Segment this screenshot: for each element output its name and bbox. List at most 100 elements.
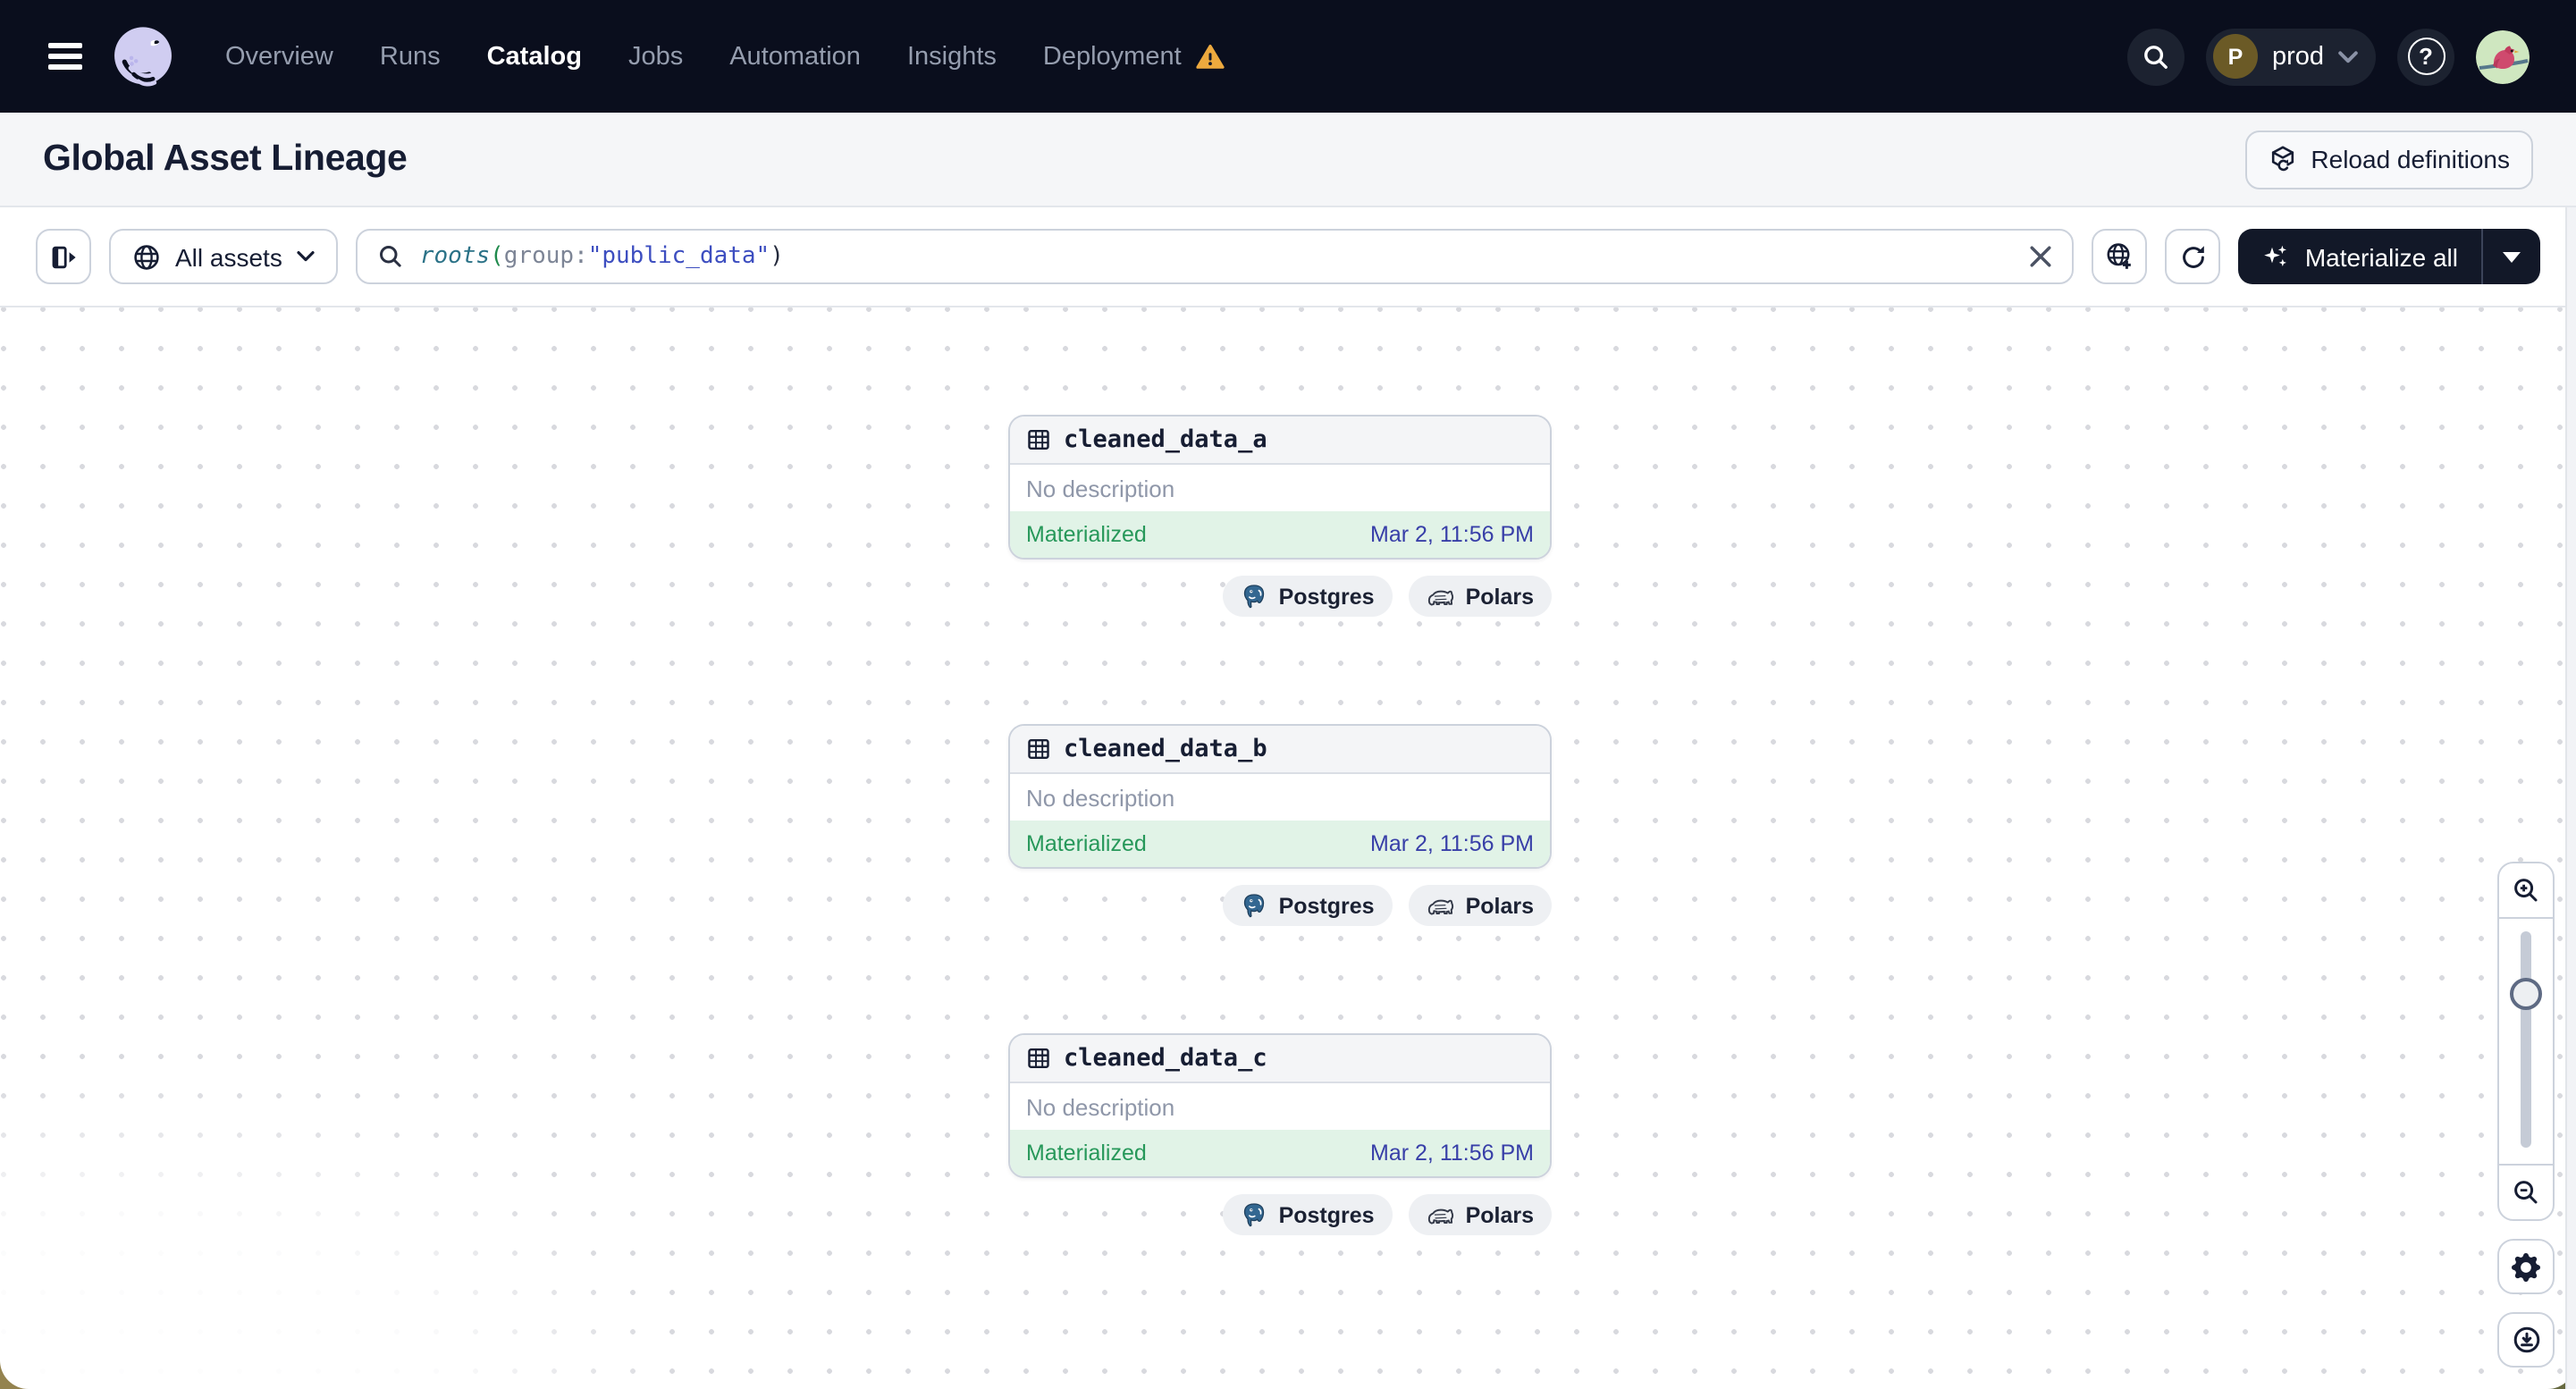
materialization-timestamp[interactable]: Mar 2, 11:56 PM <box>1370 522 1534 547</box>
kind-tag-postgres[interactable]: Postgres <box>1223 1194 1393 1235</box>
lineage-toolbar: All assets roots(group: "public_data") M… <box>0 207 2576 307</box>
query-segment: ) <box>770 243 784 270</box>
table-icon <box>1028 1048 1049 1069</box>
kind-tag-polars[interactable]: Polars <box>1408 576 1552 617</box>
postgres-icon <box>1244 894 1265 918</box>
asset-selection-query: roots(group: "public_data") <box>420 243 784 270</box>
globe-plus-icon <box>2108 243 2132 269</box>
page-header: Global Asset Lineage Reload definitions <box>0 113 2576 207</box>
materialize-options-button[interactable] <box>2483 229 2540 284</box>
asset-status-row: Materialized Mar 2, 11:56 PM <box>1010 821 1550 867</box>
postgres-icon <box>1244 1203 1265 1227</box>
nav-item-automation[interactable]: Automation <box>729 42 861 71</box>
asset-node-header: cleaned_data_c <box>1010 1035 1550 1083</box>
dagster-logo[interactable] <box>109 22 177 90</box>
reload-definitions-button[interactable]: Reload definitions <box>2244 130 2533 189</box>
deployment-initial: P <box>2212 34 2258 79</box>
nav-items: Overview Runs Catalog Jobs Automation In… <box>225 42 1225 71</box>
query-segment: roots <box>419 243 491 270</box>
scrollbar-gutter[interactable] <box>2565 207 2576 1389</box>
kind-tag-polars[interactable]: Polars <box>1408 885 1552 926</box>
kind-tag-postgres[interactable]: Postgres <box>1223 576 1393 617</box>
nav-item-jobs[interactable]: Jobs <box>628 42 683 71</box>
kind-tag-polars[interactable]: Polars <box>1408 1194 1552 1235</box>
zoom-out-button[interactable] <box>2499 1164 2553 1219</box>
asset-description: No description <box>1026 784 1175 811</box>
clear-query-button[interactable] <box>2030 245 2053 268</box>
asset-tags: Postgres Polars <box>1008 576 1552 617</box>
asset-status-row: Materialized Mar 2, 11:56 PM <box>1010 1130 1550 1176</box>
close-icon <box>2031 246 2052 267</box>
query-segment: : <box>574 243 588 270</box>
help-button[interactable]: ? <box>2397 28 2454 85</box>
asset-name: cleaned_data_c <box>1064 1044 1267 1073</box>
open-left-panel-button[interactable] <box>36 229 91 284</box>
deployment-name: prod <box>2271 42 2324 71</box>
canvas-controls <box>2497 862 2555 1368</box>
asset-node-group-cleaned_data_b: cleaned_data_b No description Materializ… <box>1008 724 1552 926</box>
query-segment: ( <box>490 243 504 270</box>
asset-selection-input[interactable]: roots(group: "public_data") <box>355 229 2075 284</box>
user-avatar[interactable] <box>2476 29 2530 83</box>
asset-node-header: cleaned_data_a <box>1010 417 1550 465</box>
nav-right: P prod ? <box>2126 28 2530 85</box>
reload-cube-icon <box>2271 146 2294 172</box>
lineage-canvas[interactable]: cleaned_data_a No description Materializ… <box>0 307 2576 1389</box>
polars-icon <box>1427 898 1453 914</box>
nav-item-catalog[interactable]: Catalog <box>487 42 582 71</box>
asset-node[interactable]: cleaned_data_c No description Materializ… <box>1008 1033 1552 1178</box>
download-icon <box>2513 1326 2539 1353</box>
asset-scope-dropdown[interactable]: All assets <box>109 229 338 284</box>
table-icon <box>1028 429 1049 450</box>
asset-status-row: Materialized Mar 2, 11:56 PM <box>1010 511 1550 558</box>
zoom-slider-knob[interactable] <box>2510 978 2542 1010</box>
materialize-all-button[interactable]: Materialize all <box>2239 229 2481 284</box>
zoom-in-icon <box>2514 879 2538 902</box>
zoom-slider[interactable] <box>2499 919 2553 1164</box>
asset-tags: Postgres Polars <box>1008 1194 1552 1235</box>
materialization-timestamp[interactable]: Mar 2, 11:56 PM <box>1370 831 1534 856</box>
sparkles-icon <box>2265 244 2287 265</box>
kind-tag-postgres[interactable]: Postgres <box>1223 885 1393 926</box>
asset-scope-label: All assets <box>175 242 282 271</box>
expand-selection-button[interactable] <box>2092 229 2148 284</box>
polars-icon <box>1427 1208 1453 1224</box>
deployment-switcher[interactable]: P prod <box>2205 28 2376 85</box>
zoom-slider-track[interactable] <box>2521 931 2531 1148</box>
question-icon: ? <box>2407 38 2445 75</box>
warning-icon <box>1196 44 1225 68</box>
asset-node[interactable]: cleaned_data_b No description Materializ… <box>1008 724 1552 869</box>
zoom-in-button[interactable] <box>2499 863 2553 919</box>
asset-tags: Postgres Polars <box>1008 885 1552 926</box>
page-title: Global Asset Lineage <box>43 138 408 179</box>
query-segment: group <box>503 243 575 270</box>
hamburger-menu-icon[interactable] <box>48 43 82 70</box>
refresh-icon <box>2182 245 2204 267</box>
materialization-timestamp[interactable]: Mar 2, 11:56 PM <box>1370 1141 1534 1166</box>
asset-node-group-cleaned_data_a: cleaned_data_a No description Materializ… <box>1008 415 1552 617</box>
asset-description: No description <box>1026 475 1175 501</box>
reload-definitions-label: Reload definitions <box>2311 145 2510 173</box>
search-button[interactable] <box>2126 28 2185 85</box>
top-nav: Overview Runs Catalog Jobs Automation In… <box>0 0 2576 113</box>
search-icon <box>379 246 401 267</box>
materialize-all-split-button: Materialize all <box>2238 229 2540 284</box>
avatar-bird-image <box>2476 29 2530 83</box>
graph-settings-button[interactable] <box>2497 1239 2555 1294</box>
asset-node[interactable]: cleaned_data_a No description Materializ… <box>1008 415 1552 560</box>
chevron-down-icon <box>2338 50 2358 63</box>
gear-icon <box>2512 1252 2540 1281</box>
refresh-button[interactable] <box>2165 229 2221 284</box>
materialize-all-label: Materialize all <box>2304 242 2458 271</box>
nav-item-runs[interactable]: Runs <box>380 42 441 71</box>
chevron-down-icon <box>297 250 315 262</box>
nav-item-deployment[interactable]: Deployment <box>1043 42 1225 71</box>
asset-name: cleaned_data_a <box>1064 425 1267 454</box>
caret-down-icon <box>2503 251 2521 262</box>
asset-node-group-cleaned_data_c: cleaned_data_c No description Materializ… <box>1008 1033 1552 1235</box>
download-image-button[interactable] <box>2497 1312 2555 1368</box>
table-icon <box>1028 738 1049 760</box>
nav-item-insights[interactable]: Insights <box>907 42 997 71</box>
nav-item-overview[interactable]: Overview <box>225 42 333 71</box>
dagster-app: Overview Runs Catalog Jobs Automation In… <box>0 0 2576 1389</box>
